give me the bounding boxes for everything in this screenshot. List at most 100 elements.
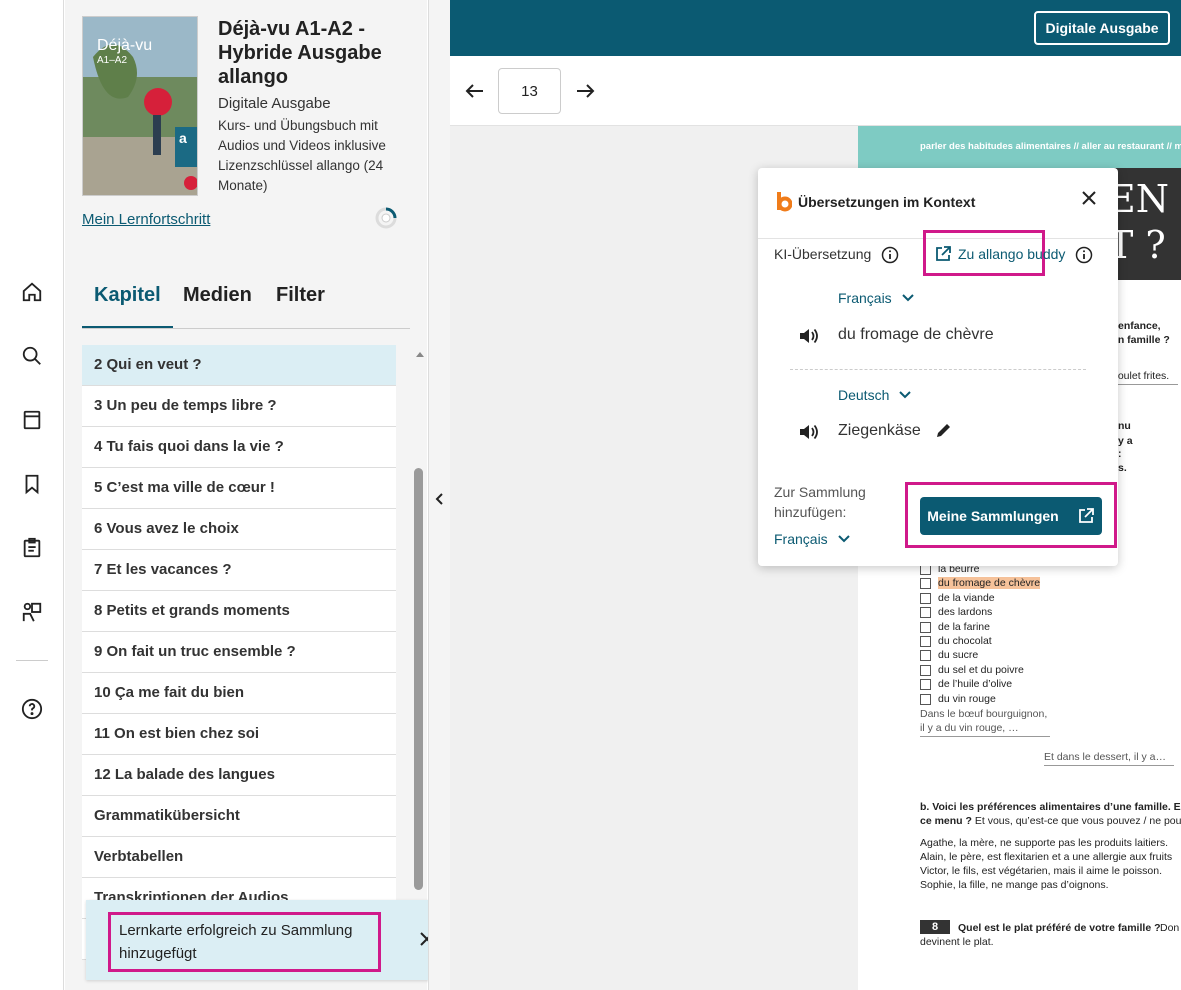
page-text: en famille ? [1112,334,1170,346]
pencil-icon[interactable] [935,421,953,439]
buddy-link-highlight: Zu allango buddy [923,230,1065,276]
chevron-left-icon [435,493,443,505]
page-text: poulet frites. [1112,370,1170,382]
chapter-item[interactable]: 10 Ça me fait du bien [82,673,396,714]
translated-phrase: Ziegenkäse [838,422,921,439]
page-text: y a [1118,435,1133,447]
checkbox[interactable] [920,664,931,676]
chapter-item[interactable]: 4 Tu fais quoi dans la vie ? [82,427,396,468]
exercise-text: Don [1160,922,1180,934]
ingredient-item: de la farine [938,620,990,633]
book-description: Kurs- und Übungsbuch mit Audios und Vide… [218,118,386,193]
chapter-item[interactable]: 9 On fait un truc ensemble ? [82,632,396,673]
book-icon[interactable] [20,408,44,432]
chapter-item[interactable]: 7 Et les vacances ? [82,550,396,591]
speaker-icon[interactable] [798,422,820,442]
chevron-down-icon [901,294,914,302]
bookmark-icon[interactable] [20,472,44,496]
chapter-item[interactable]: 3 Un peu de temps libre ? [82,386,396,427]
exercise-question-rest: Et vous, qu’est-ce que vous pouvez / ne … [974,815,1181,827]
chapter-item[interactable]: Grammatikübersicht [82,796,396,837]
translation-divider [790,369,1086,370]
page-text: : [1118,448,1122,460]
info-icon[interactable] [1075,246,1093,264]
ingredient-item: de l’huile d’olive [938,678,1013,691]
heading-line-1: EN [1108,177,1169,221]
home-icon[interactable] [20,280,44,304]
checkbox[interactable] [920,650,931,662]
checkbox[interactable] [920,578,931,590]
exercise-question-bold: ce menu ? [920,815,972,827]
chapter-item[interactable]: 11 On est bien chez soi [82,714,396,755]
tab-filter[interactable]: Filter [264,283,337,328]
page-text: enfance, [1118,320,1161,332]
ingredient-item: du fromage de chèvre [938,577,1041,590]
allango-buddy-link-label: Zu allango buddy [958,246,1066,262]
chevron-down-icon [837,535,850,543]
allango-buddy-link[interactable]: Zu allango buddy [934,245,1065,263]
book-subtitle: Digitale Ausgabe [218,95,331,112]
family-text: Agathe, la mère, ne supporte pas les pro… [920,837,1169,849]
target-language-select[interactable]: Deutsch [838,387,912,403]
top-bar: Digitale Ausgabe [450,0,1181,56]
exercise-text: devinent le plat. [920,936,994,948]
teacher-icon[interactable] [20,600,44,624]
clipboard-icon[interactable] [20,536,44,560]
ingredient-item: du sucre [938,649,979,662]
chapter-item[interactable]: 12 La balade des langues [82,755,396,796]
source-language-select[interactable]: Français [838,290,914,306]
my-collections-button[interactable]: Meine Sammlungen [920,497,1102,535]
external-link-icon [1078,508,1094,523]
collection-language-select[interactable]: Français [774,531,850,547]
heading-line-2: T ? [1108,223,1166,267]
external-link-icon [936,246,951,261]
exercise-number: 8 [920,920,950,934]
speech-bubble-text: Dans le bœuf bourguignon, [920,708,1048,720]
arrow-right-icon[interactable] [574,80,596,102]
cover-badge: a [179,130,187,146]
chevron-down-icon [899,391,912,399]
tab-medien[interactable]: Medien [171,283,264,328]
cover-level: A1–A2 [97,55,128,66]
chapter-item[interactable]: 2 Qui en veut ? [82,345,396,386]
checkbox[interactable] [920,621,931,633]
toast-notification: Lernkarte erfolgreich zu Sammlung hinzug… [86,900,470,980]
family-text: Sophie, la fille, ne mange pas d’oignons… [920,879,1109,891]
tab-kapitel[interactable]: Kapitel [82,283,173,328]
digital-edition-button[interactable]: Digitale Ausgabe [1034,11,1170,45]
learning-progress-link[interactable]: Mein Lernfortschritt [82,211,210,228]
target-language-label: Deutsch [838,387,890,403]
translation-popover: Übersetzungen im Kontext KI-Übersetzung … [758,168,1118,566]
page-navigation [450,56,1181,126]
speech-bubble-text: Et dans le dessert, il y a… [1044,751,1166,763]
checkbox[interactable] [920,607,931,619]
chapter-item[interactable]: 8 Petits et grands moments [82,591,396,632]
page-text: s. [1118,462,1127,474]
speaker-icon[interactable] [798,326,820,346]
close-icon[interactable] [1080,189,1098,207]
checkbox[interactable] [920,636,931,647]
chapter-scrollbar-thumb[interactable] [414,468,423,890]
popover-title: Übersetzungen im Kontext [798,194,976,210]
ingredient-item: du chocolat [938,635,992,647]
chapter-item[interactable]: 5 C’est ma ville de cœur ! [82,468,396,509]
source-language-label: Français [838,290,892,306]
checkbox[interactable] [920,679,931,691]
collections-button-highlight: Meine Sammlungen [905,482,1117,548]
page-number-input[interactable] [498,68,561,114]
search-icon[interactable] [20,344,44,368]
checkbox[interactable] [920,693,931,705]
ingredient-item: de la viande [938,591,995,604]
arrow-left-icon[interactable] [464,80,486,102]
allango-buddy-logo-icon [776,192,793,212]
family-text: Victor, le fils, est végétarien, mais il… [920,865,1162,877]
family-text: Alain, le père, est flexitarien et a une… [920,851,1173,863]
checkbox[interactable] [920,592,931,604]
chapter-item[interactable]: 6 Vous avez le choix [82,509,396,550]
my-collections-label: Meine Sammlungen [927,508,1059,524]
chapter-item[interactable]: Verbtabellen [82,837,396,878]
left-rail [0,0,64,990]
help-icon[interactable] [20,697,44,721]
info-icon[interactable] [881,246,899,264]
sidebar-collapse-button[interactable] [428,0,450,990]
